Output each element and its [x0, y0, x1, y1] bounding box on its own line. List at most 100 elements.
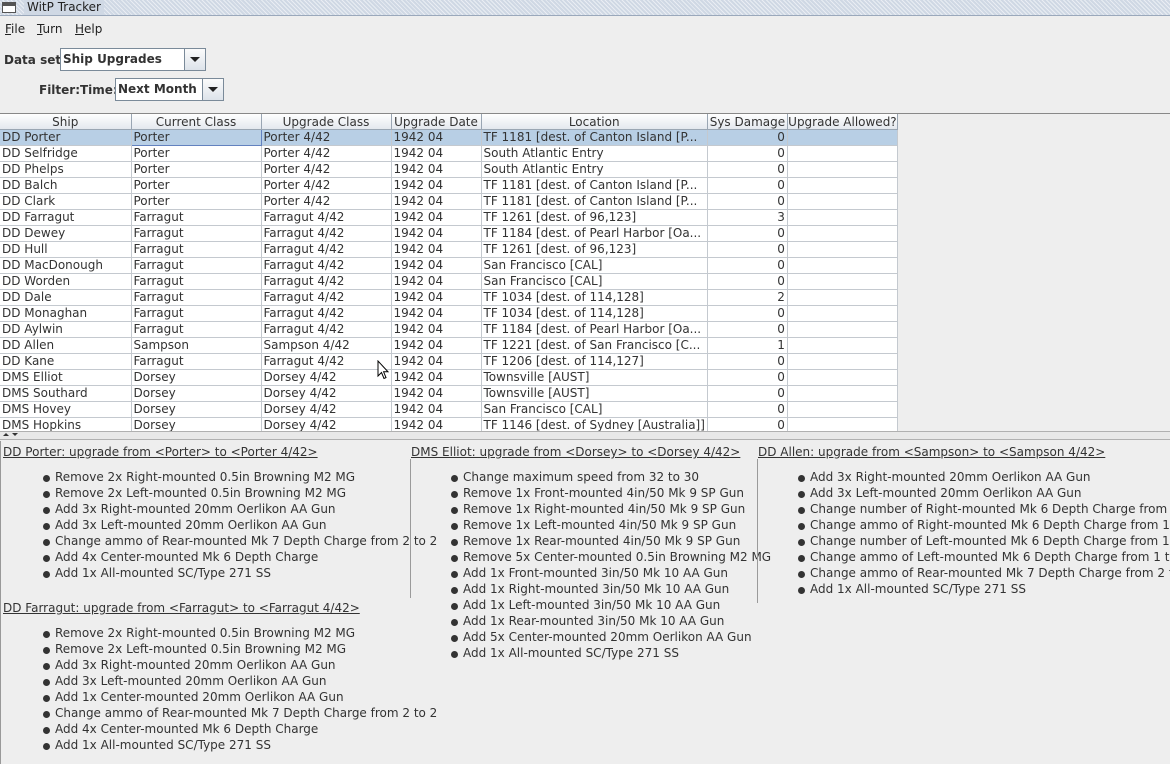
cell-current-class[interactable]: Sampson	[131, 337, 262, 354]
cell-sys-damage[interactable]: 0	[707, 257, 788, 274]
cell-sys-damage[interactable]: 0	[707, 225, 788, 242]
cell-location[interactable]: San Francisco [CAL]	[481, 257, 708, 274]
cell-upgrade-date[interactable]: 1942 04	[391, 145, 482, 162]
window-icon[interactable]	[2, 2, 16, 13]
cell-upgrade-allowed[interactable]	[787, 145, 898, 162]
table-row[interactable]: DD Kane Farragut Farragut 4/42 1942 04 TF 12…	[0, 353, 898, 370]
cell-current-class[interactable]: Farragut	[131, 225, 262, 242]
cell-upgrade-allowed[interactable]	[787, 353, 898, 370]
cell-upgrade-class[interactable]: Farragut 4/42	[261, 353, 392, 370]
cell-sys-damage[interactable]: 0	[707, 129, 788, 146]
cell-upgrade-allowed[interactable]	[787, 401, 898, 418]
cell-sys-damage[interactable]: 0	[707, 417, 788, 432]
column-header-upgrade-class[interactable]: Upgrade Class	[261, 114, 392, 130]
cell-sys-damage[interactable]: 3	[707, 209, 788, 226]
dataset-select[interactable]: Ship Upgrades	[60, 48, 206, 71]
table-row[interactable]: DD Phelps Porter Porter 4/42 1942 04 South A…	[0, 161, 898, 178]
table-row[interactable]: DD Worden Farragut Farragut 4/42 1942 04 San…	[0, 273, 898, 290]
cell-upgrade-class[interactable]: Farragut 4/42	[261, 321, 392, 338]
cell-upgrade-date[interactable]: 1942 04	[391, 289, 482, 306]
cell-upgrade-date[interactable]: 1942 04	[391, 353, 482, 370]
cell-upgrade-date[interactable]: 1942 04	[391, 193, 482, 210]
cell-ship[interactable]: DD Aylwin	[0, 321, 132, 338]
cell-ship[interactable]: DD Phelps	[0, 161, 132, 178]
cell-upgrade-class[interactable]: Porter 4/42	[261, 193, 392, 210]
cell-sys-damage[interactable]: 0	[707, 145, 788, 162]
column-header-ship[interactable]: Ship	[0, 114, 132, 130]
cell-upgrade-date[interactable]: 1942 04	[391, 177, 482, 194]
cell-upgrade-class[interactable]: Dorsey 4/42	[261, 417, 392, 432]
menu-help[interactable]: Help	[75, 22, 102, 36]
cell-upgrade-allowed[interactable]	[787, 385, 898, 402]
cell-current-class[interactable]: Farragut	[131, 241, 262, 258]
table-row[interactable]: DD Selfridge Porter Porter 4/42 1942 04 Sout…	[0, 145, 898, 162]
cell-location[interactable]: South Atlantic Entry	[481, 161, 708, 178]
expand-up-icon[interactable]	[3, 433, 9, 436]
cell-upgrade-class[interactable]: Porter 4/42	[261, 129, 392, 146]
cell-current-class[interactable]: Porter	[131, 145, 262, 162]
table-row[interactable]: DD Farragut Farragut Farragut 4/42 1942 04 T…	[0, 209, 898, 226]
cell-location[interactable]: TF 1184 [dest. of Pearl Harbor [Oa...	[481, 225, 708, 242]
cell-upgrade-class[interactable]: Farragut 4/42	[261, 289, 392, 306]
cell-sys-damage[interactable]: 0	[707, 177, 788, 194]
column-header-current-class[interactable]: Current Class	[131, 114, 262, 130]
cell-sys-damage[interactable]: 0	[707, 273, 788, 290]
table-row[interactable]: DMS Elliot Dorsey Dorsey 4/42 1942 04 Townsv…	[0, 369, 898, 386]
cell-upgrade-date[interactable]: 1942 04	[391, 241, 482, 258]
cell-upgrade-allowed[interactable]	[787, 241, 898, 258]
cell-upgrade-date[interactable]: 1942 04	[391, 417, 482, 432]
cell-location[interactable]: TF 1181 [dest. of Canton Island [P...	[481, 129, 708, 146]
cell-ship[interactable]: DD Monaghan	[0, 305, 132, 322]
cell-sys-damage[interactable]: 0	[707, 161, 788, 178]
cell-upgrade-class[interactable]: Farragut 4/42	[261, 225, 392, 242]
cell-sys-damage[interactable]: 0	[707, 321, 788, 338]
cell-location[interactable]: San Francisco [CAL]	[481, 273, 708, 290]
cell-upgrade-allowed[interactable]	[787, 193, 898, 210]
cell-upgrade-date[interactable]: 1942 04	[391, 209, 482, 226]
cell-upgrade-allowed[interactable]	[787, 321, 898, 338]
cell-upgrade-date[interactable]: 1942 04	[391, 385, 482, 402]
cell-upgrade-date[interactable]: 1942 04	[391, 369, 482, 386]
cell-upgrade-class[interactable]: Sampson 4/42	[261, 337, 392, 354]
cell-upgrade-date[interactable]: 1942 04	[391, 337, 482, 354]
cell-sys-damage[interactable]: 0	[707, 305, 788, 322]
cell-ship[interactable]: DD Farragut	[0, 209, 132, 226]
cell-location[interactable]: TF 1181 [dest. of Canton Island [P...	[481, 177, 708, 194]
menu-turn[interactable]: Turn	[37, 22, 62, 36]
table-row[interactable]: DMS Southard Dorsey Dorsey 4/42 1942 04 Town…	[0, 385, 898, 402]
cell-current-class[interactable]: Dorsey	[131, 385, 262, 402]
cell-upgrade-class[interactable]: Farragut 4/42	[261, 273, 392, 290]
chevron-down-icon[interactable]	[202, 79, 223, 100]
cell-current-class[interactable]: Farragut	[131, 273, 262, 290]
cell-upgrade-date[interactable]: 1942 04	[391, 129, 482, 146]
cell-upgrade-date[interactable]: 1942 04	[391, 273, 482, 290]
expand-down-icon[interactable]	[12, 433, 18, 436]
time-select[interactable]: Next Month	[115, 78, 224, 101]
cell-upgrade-date[interactable]: 1942 04	[391, 225, 482, 242]
cell-location[interactable]: TF 1221 [dest. of San Francisco [C...	[481, 337, 708, 354]
cell-upgrade-allowed[interactable]	[787, 177, 898, 194]
cell-upgrade-allowed[interactable]	[787, 337, 898, 354]
cell-location[interactable]: Townsville [AUST]	[481, 385, 708, 402]
cell-upgrade-class[interactable]: Porter 4/42	[261, 161, 392, 178]
table-row[interactable]: DMS Hovey Dorsey Dorsey 4/42 1942 04 San Fra…	[0, 401, 898, 418]
table-row[interactable]: DD MacDonough Farragut Farragut 4/42 1942 0…	[0, 257, 898, 274]
cell-location[interactable]: South Atlantic Entry	[481, 145, 708, 162]
cell-location[interactable]: San Francisco [CAL]	[481, 401, 708, 418]
cell-sys-damage[interactable]: 2	[707, 289, 788, 306]
table-row[interactable]: DD Monaghan Farragut Farragut 4/42 1942 04 T…	[0, 305, 898, 322]
cell-location[interactable]: TF 1034 [dest. of 114,128]	[481, 289, 708, 306]
cell-upgrade-date[interactable]: 1942 04	[391, 401, 482, 418]
cell-upgrade-date[interactable]: 1942 04	[391, 305, 482, 322]
cell-ship[interactable]: DMS Southard	[0, 385, 132, 402]
cell-upgrade-date[interactable]: 1942 04	[391, 321, 482, 338]
cell-upgrade-allowed[interactable]	[787, 273, 898, 290]
cell-upgrade-class[interactable]: Farragut 4/42	[261, 305, 392, 322]
cell-location[interactable]: TF 1184 [dest. of Pearl Harbor [Oa...	[481, 321, 708, 338]
table-row[interactable]: DD Dewey Farragut Farragut 4/42 1942 04 TF 1…	[0, 225, 898, 242]
cell-current-class[interactable]: Farragut	[131, 305, 262, 322]
cell-upgrade-class[interactable]: Porter 4/42	[261, 177, 392, 194]
cell-ship[interactable]: DMS Hopkins	[0, 417, 132, 432]
cell-current-class[interactable]: Dorsey	[131, 369, 262, 386]
cell-ship[interactable]: DD Dale	[0, 289, 132, 306]
